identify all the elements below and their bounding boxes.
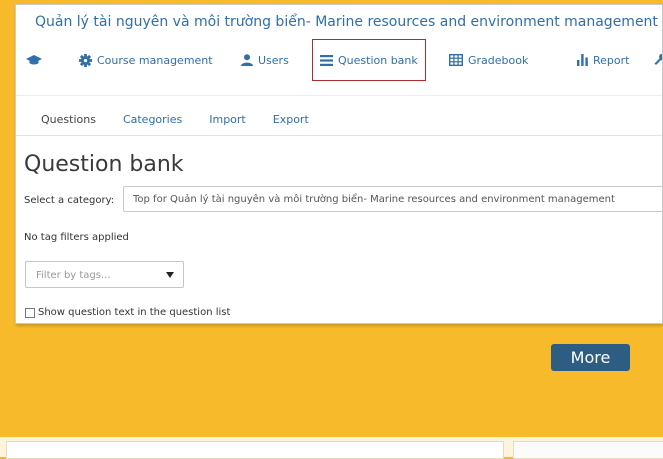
nav-home[interactable] <box>26 47 42 73</box>
tabs-divider <box>16 135 662 136</box>
show-question-text-checkbox[interactable] <box>25 307 35 318</box>
show-question-text-option[interactable]: Show question text in the question list <box>25 307 230 318</box>
tab-export[interactable]: Export <box>273 113 309 126</box>
category-select[interactable]: Top for Quản lý tài nguyên và môi trường… <box>123 186 662 212</box>
nav-divider <box>16 95 662 96</box>
nav-course-management[interactable]: Course management <box>79 47 213 73</box>
graduation-cap-icon <box>26 55 42 65</box>
course-title[interactable]: Quản lý tài nguyên và môi trường biển- M… <box>35 14 658 30</box>
tag-filter-placeholder: Filter by tags... <box>36 270 111 281</box>
user-icon <box>241 54 253 66</box>
wrench-icon <box>654 54 662 65</box>
bottom-bar <box>0 437 663 459</box>
nav-course-management-label: Course management <box>97 53 213 67</box>
nav-gradebook[interactable]: Gradebook <box>449 47 528 73</box>
more-button[interactable]: More <box>551 344 630 371</box>
question-bank-tabs: Questions Categories Import Export <box>41 113 336 126</box>
nav-question-bank[interactable]: Question bank <box>312 39 426 81</box>
nav-users[interactable]: Users <box>241 47 289 73</box>
bottom-box-left <box>6 441 504 459</box>
course-nav: Course management Users Question bank Gr… <box>16 39 662 85</box>
gear-icon <box>79 53 92 67</box>
nav-gradebook-label: Gradebook <box>468 53 529 67</box>
bottom-box-right <box>513 441 663 459</box>
tab-questions[interactable]: Questions <box>41 113 96 126</box>
nav-report[interactable]: Report <box>577 47 629 73</box>
nav-question-bank-label: Question bank <box>338 53 418 67</box>
caret-down-icon <box>166 272 174 278</box>
tab-categories[interactable]: Categories <box>123 113 182 126</box>
show-question-text-label: Show question text in the question list <box>38 307 231 318</box>
tag-filter-dropdown[interactable]: Filter by tags... <box>25 261 184 288</box>
nav-more-tools[interactable] <box>654 47 662 73</box>
question-bank-panel: Quản lý tài nguyên và môi trường biển- M… <box>15 4 663 324</box>
grid-icon <box>449 54 463 66</box>
tag-filter-status: No tag filters applied <box>24 232 129 243</box>
list-icon <box>320 54 333 66</box>
nav-report-label: Report <box>593 53 630 67</box>
nav-users-label: Users <box>258 53 289 67</box>
tab-import[interactable]: Import <box>209 113 246 126</box>
page-title: Question bank <box>24 152 184 177</box>
bar-chart-icon <box>577 54 588 66</box>
category-label: Select a category: <box>24 195 115 206</box>
